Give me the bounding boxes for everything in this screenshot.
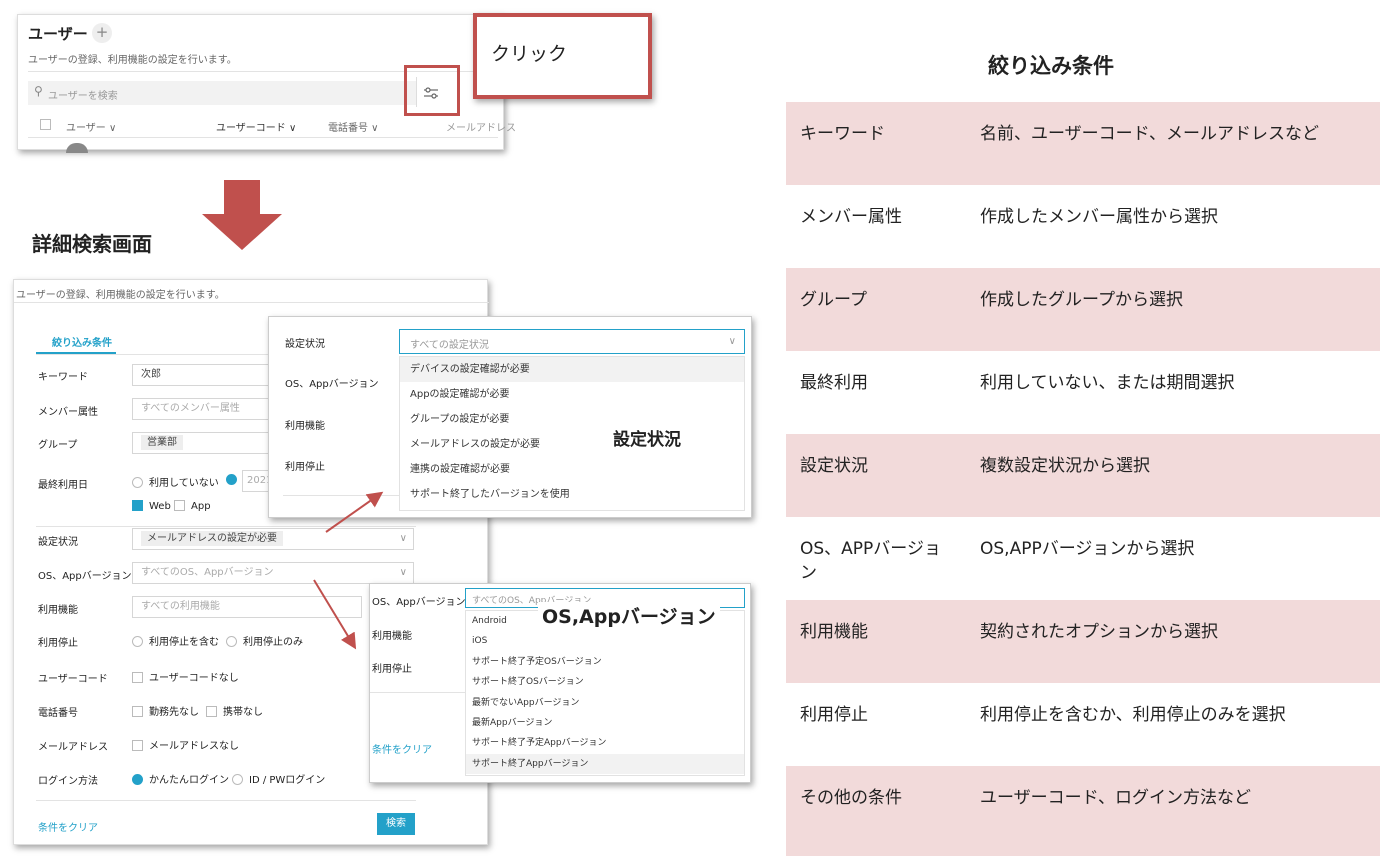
popup2-clear-link[interactable]: 条件をクリア	[372, 741, 432, 756]
checkbox-web[interactable]: Web	[132, 500, 171, 512]
setting-status-chip: メールアドレスの設定が必要	[141, 531, 283, 546]
tab-filter-conditions[interactable]: 絞り込み条件	[52, 334, 112, 349]
pointer-arrows	[313, 491, 384, 650]
page-subtitle: ユーザーの登録、利用機能の設定を行います。	[28, 55, 237, 66]
option-app-latest[interactable]: 最新Appバージョン	[466, 713, 744, 733]
table-row: メンバー属性 作成したメンバー属性から選択	[786, 185, 1380, 268]
radio-not-used[interactable]: 利用していない	[132, 474, 219, 489]
down-arrow	[202, 180, 282, 250]
option-email-setting[interactable]: メールアドレスの設定が必要	[400, 432, 744, 457]
table-row: キーワード 名前、ユーザーコード、メールアドレスなど	[786, 102, 1380, 185]
table-row: 利用機能 契約されたオプションから選択	[786, 600, 1380, 683]
clear-conditions-link[interactable]: 条件をクリア	[38, 819, 98, 834]
plus-icon: +	[95, 23, 109, 41]
search-icon: ⚲	[34, 84, 43, 98]
radio-suspend-include[interactable]: 利用停止を含む	[132, 633, 219, 648]
add-user-button[interactable]: +	[92, 23, 112, 43]
option-integration-check[interactable]: 連携の設定確認が必要	[400, 457, 744, 482]
table-row: OS、APPバージョン OS,APPバージョンから選択	[786, 517, 1380, 600]
option-ios[interactable]: iOS	[466, 631, 744, 651]
setting-status-options: デバイスの設定確認が必要 Appの設定確認が必要 グループの設定が必要 メールア…	[399, 356, 745, 511]
option-app-not-latest[interactable]: 最新でないAppバージョン	[466, 693, 744, 713]
radio-suspend-only[interactable]: 利用停止のみ	[226, 633, 303, 648]
option-os-eol-planned[interactable]: サポート終了予定OSバージョン	[466, 652, 744, 672]
option-unsupported-version[interactable]: サポート終了したバージョンを使用	[400, 482, 744, 507]
checkbox-email-none[interactable]: メールアドレスなし	[132, 737, 239, 752]
option-app-eol[interactable]: サポート終了Appバージョン	[466, 753, 744, 775]
checkbox-usercode-none[interactable]: ユーザーコードなし	[132, 669, 239, 684]
avatar	[66, 143, 88, 153]
table-row: その他の条件 ユーザーコード、ログイン方法など	[786, 766, 1380, 856]
radio-login-easy[interactable]: かんたんログイン	[132, 771, 229, 786]
column-header-phone[interactable]: 電話番号 ∨	[328, 119, 379, 134]
table-row: 設定状況 複数設定状況から選択	[786, 434, 1380, 517]
chevron-down-icon: ∨	[399, 533, 407, 544]
detail-heading: 詳細検索画面	[32, 232, 152, 256]
select-all-checkbox[interactable]	[40, 119, 51, 130]
popup1-caption: 設定状況	[613, 430, 681, 450]
option-device-check[interactable]: デバイスの設定確認が必要	[400, 357, 744, 382]
column-header-usercode[interactable]: ユーザーコード ∨	[216, 119, 296, 134]
group-chip: 営業部	[141, 435, 183, 450]
column-header-user[interactable]: ユーザー ∨	[66, 119, 116, 134]
click-callout: クリック	[473, 13, 652, 99]
option-group-setting[interactable]: グループの設定が必要	[400, 407, 744, 432]
checkbox-app[interactable]: App	[174, 500, 211, 512]
radio-date-range[interactable]	[226, 474, 243, 486]
table-row: 最終利用 利用していない、または期間選択	[786, 351, 1380, 434]
radio-login-idpw[interactable]: ID / PWログイン	[232, 771, 325, 786]
table-row: 利用停止 利用停止を含むか、利用停止のみを選択	[786, 683, 1380, 766]
popup2-caption: OS,Appバージョン	[538, 602, 720, 629]
os-version-options: Android iOS サポート終了予定OSバージョン サポート終了OSバージョ…	[465, 610, 745, 776]
checkbox-phone-mobile-none[interactable]: 携帯なし	[206, 703, 263, 718]
option-app-eol-planned[interactable]: サポート終了予定Appバージョン	[466, 733, 744, 753]
chevron-down-icon: ∨	[728, 336, 736, 347]
page-title: ユーザー	[28, 25, 88, 43]
option-os-eol[interactable]: サポート終了OSバージョン	[466, 672, 744, 692]
table-row: グループ 作成したグループから選択	[786, 268, 1380, 351]
filter-highlight	[404, 65, 460, 116]
search-input[interactable]: ⚲ ユーザーを検索	[28, 81, 416, 105]
column-header-email[interactable]: メールアドレス	[446, 119, 516, 134]
setting-status-dropdown-input[interactable]: すべての設定状況 ∨	[399, 329, 745, 354]
detail-subtitle: ユーザーの登録、利用機能の設定を行います。	[16, 290, 225, 301]
option-app-check[interactable]: Appの設定確認が必要	[400, 382, 744, 407]
table-heading: 絞り込み条件	[988, 54, 1114, 78]
checkbox-phone-work-none[interactable]: 勤務先なし	[132, 703, 199, 718]
search-button[interactable]: 検索	[377, 813, 415, 835]
chevron-down-icon: ∨	[399, 567, 407, 578]
